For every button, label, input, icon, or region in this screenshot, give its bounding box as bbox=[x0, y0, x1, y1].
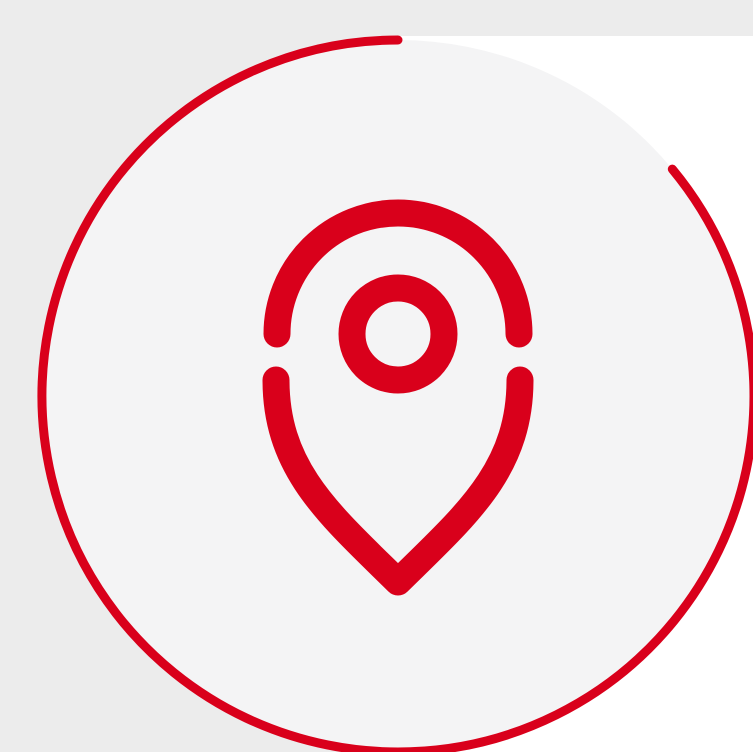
location-badge-screen bbox=[0, 0, 753, 752]
location-badge bbox=[37, 35, 753, 752]
